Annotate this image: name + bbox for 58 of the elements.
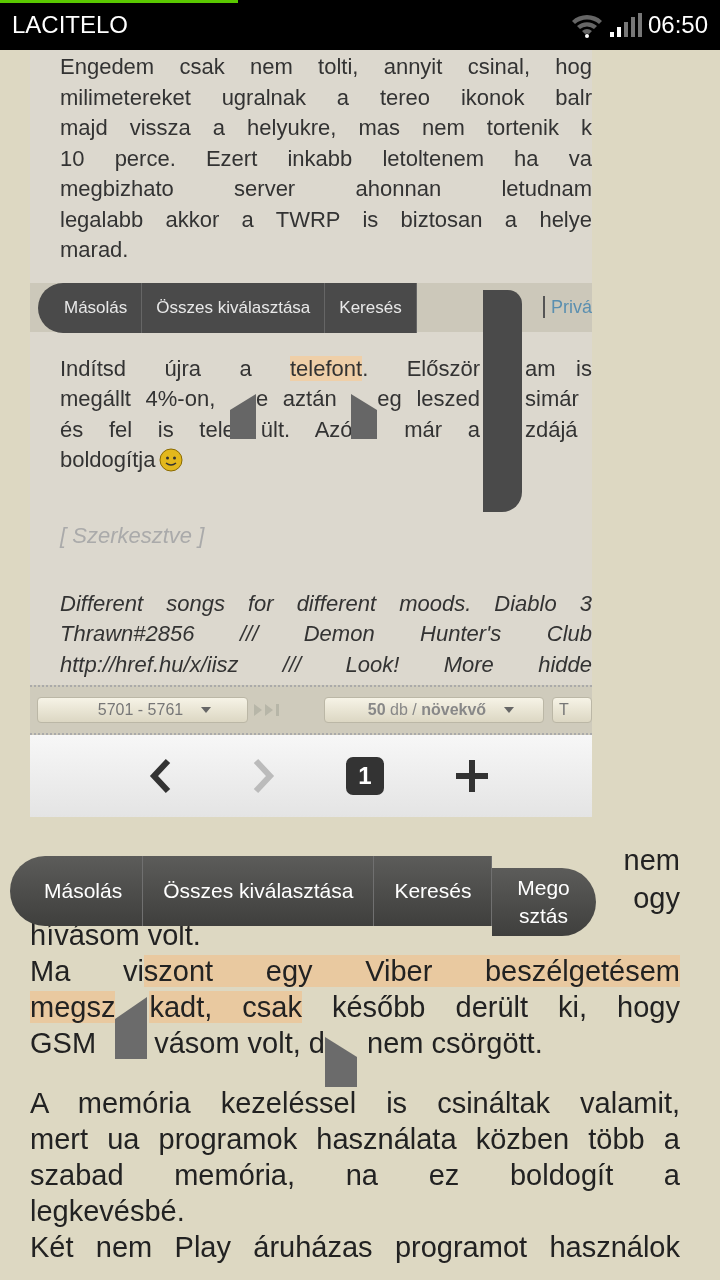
toolbar-button[interactable]: Összes kiválasztása	[143, 856, 375, 926]
text-fragment: nem	[623, 844, 680, 876]
post-text-fragment: simár	[525, 385, 580, 413]
body-text: mert ua programok használata közben több a	[30, 1123, 680, 1155]
post-text: . Először	[362, 355, 480, 381]
post-text-line: marad.	[60, 236, 130, 264]
post-text-fragment: am is	[525, 354, 592, 383]
post-text: eg leszed	[377, 386, 480, 411]
toolbar-button[interactable]: Keresés	[374, 856, 493, 926]
post-text-line: milimetereket ugralnak a tereo ikonok balr	[60, 83, 592, 112]
smiley-icon	[159, 448, 184, 473]
separator-bar	[543, 296, 545, 318]
post-text-line: majd vissza a helyukre, mas nem tortenik k	[60, 114, 592, 142]
post-text: megállt 4%-on,	[60, 386, 217, 411]
selection-handle[interactable]	[351, 394, 378, 440]
post-text-line: Engedem csak nem tolti, annyit csinal, hog	[60, 53, 592, 81]
toolbar-button[interactable]: Megosztás	[492, 868, 597, 936]
signature-line: http://href.hu/x/iisz /// Look! More hidde	[60, 650, 592, 679]
body-text: kadt, csak	[149, 991, 302, 1023]
toolbar-button[interactable]: Összes kiválasztása	[142, 283, 326, 333]
body-text: szont egy Viber beszélgetésem	[143, 955, 680, 987]
post-text: boldogítja	[60, 446, 156, 474]
post-text: ült. Azó	[260, 416, 353, 442]
range-dropdown[interactable]: 5701 - 5761	[37, 697, 248, 723]
post-text: már a	[403, 416, 480, 442]
signature-line: Thrawn#2856 /// Demon Hunter's Club	[60, 620, 592, 648]
selection-handle[interactable]	[229, 394, 256, 440]
cut-dropdown[interactable]: T	[552, 697, 592, 723]
carrier-name: LACITELO	[12, 11, 130, 39]
body-text: nem csörgött.	[366, 1027, 543, 1059]
body-text: Ma vi	[30, 955, 144, 987]
text-fragment: ogy	[633, 882, 680, 914]
toolbar-button[interactable]: Másolás	[38, 283, 143, 333]
caret-icon	[201, 707, 212, 713]
post-text-line: megbizhato server ahonnan letudnam	[60, 175, 592, 203]
selection-handle[interactable]	[115, 997, 148, 1060]
body-text: szabad memória, na ez boldogít a	[30, 1159, 680, 1191]
body-text: legkevésbé.	[30, 1195, 185, 1227]
body-text: GSM	[30, 1027, 98, 1059]
clock-time: 06:50	[647, 11, 708, 39]
toolbar-button[interactable]: Keresés	[325, 283, 417, 333]
body-text: megsz	[30, 991, 116, 1023]
post-text-line: 10 perce. Ezert inkabb letoltenem ha va	[60, 144, 592, 173]
post-text-line: legalabb akkor a TWRP is biztosan a helye	[60, 205, 592, 234]
post-text: e aztán	[255, 386, 338, 411]
body-text: később derült ki, hogy	[330, 991, 680, 1023]
post-text: Indítsd újra a	[60, 355, 253, 381]
post-text-fragment: zdájá	[525, 415, 579, 444]
body-text: Két nem Play áruházas programot használok	[30, 1231, 680, 1263]
signal-icon	[609, 13, 642, 37]
selection-handle[interactable]	[324, 1037, 357, 1088]
caret-icon	[504, 707, 515, 713]
body-text: vásom volt, d	[154, 1027, 325, 1059]
post-text: telefont	[290, 355, 363, 381]
body-text: A memória kezeléssel is csináltak valamit,	[30, 1087, 680, 1119]
plus-icon[interactable]	[454, 758, 490, 794]
tab-count[interactable]: 1	[346, 757, 384, 795]
signature-line: Different songs for different moods. Diablo 3	[60, 589, 592, 618]
